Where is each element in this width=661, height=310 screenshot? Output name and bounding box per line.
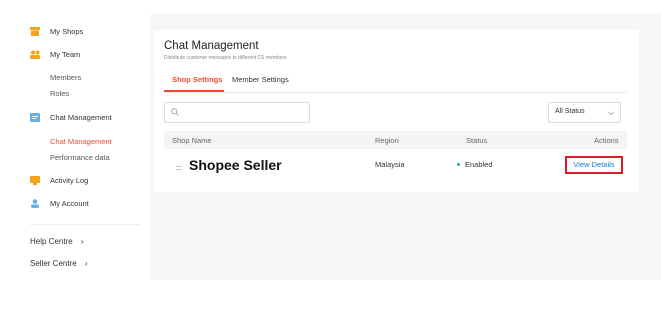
sidebar-item-roles[interactable]: Roles xyxy=(50,89,69,98)
activity-log-icon xyxy=(30,176,40,185)
sidebar-item-my-account[interactable]: My Account xyxy=(50,199,89,208)
column-header-actions: Actions xyxy=(594,136,619,145)
search-icon xyxy=(171,108,179,116)
tab-divider xyxy=(164,92,627,93)
sidebar-item-my-team[interactable]: My Team xyxy=(50,50,80,59)
view-details-button[interactable]: View Details xyxy=(565,156,623,174)
page-title: Chat Management xyxy=(164,40,259,52)
status-cell: Enabled xyxy=(465,160,493,169)
column-header-shop-name: Shop Name xyxy=(172,136,212,145)
column-header-status: Status xyxy=(466,136,488,145)
status-filter-value: All Status xyxy=(555,108,585,115)
top-bar xyxy=(0,0,661,14)
help-centre-link[interactable]: Help Centre › xyxy=(30,237,84,246)
tab-member-settings[interactable]: Member Settings xyxy=(232,75,289,84)
chevron-down-icon xyxy=(608,111,614,116)
sidebar-item-activity-log[interactable]: Activity Log xyxy=(50,176,88,185)
page: My Shops My Team Members Roles Chat Mana… xyxy=(0,0,661,310)
search-input[interactable] xyxy=(183,106,303,119)
shop-name-cell: Shopee Seller xyxy=(189,157,282,173)
sidebar-divider xyxy=(30,224,140,225)
status-enabled-dot xyxy=(457,163,460,166)
shop-icon xyxy=(30,27,40,36)
sidebar-item-performance-data[interactable]: Performance data xyxy=(50,153,110,162)
tab-shop-settings[interactable]: Shop Settings xyxy=(172,75,222,84)
sidebar-item-chat-management-sub[interactable]: Chat Management xyxy=(50,137,112,146)
sidebar-item-members[interactable]: Members xyxy=(50,73,81,82)
team-icon xyxy=(30,50,40,59)
status-filter-select[interactable]: All Status xyxy=(548,102,621,123)
seller-centre-link[interactable]: Seller Centre › xyxy=(30,259,88,268)
chat-icon xyxy=(30,113,40,122)
column-header-region: Region xyxy=(375,136,399,145)
footer-area xyxy=(0,280,661,310)
sidebar-item-chat-management[interactable]: Chat Management xyxy=(50,113,112,122)
page-subtitle: Distribute customer messages to differen… xyxy=(164,55,287,61)
sidebar-item-my-shops[interactable]: My Shops xyxy=(50,27,83,36)
seller-centre-label: Seller Centre xyxy=(30,259,77,268)
help-centre-label: Help Centre xyxy=(30,237,73,246)
help-centre-chevron-icon: › xyxy=(80,237,84,246)
shop-logo-icon xyxy=(176,166,182,170)
search-box[interactable] xyxy=(164,102,310,123)
region-cell: Malaysia xyxy=(375,160,405,169)
account-icon xyxy=(31,199,39,208)
seller-centre-chevron-icon: › xyxy=(84,259,88,268)
